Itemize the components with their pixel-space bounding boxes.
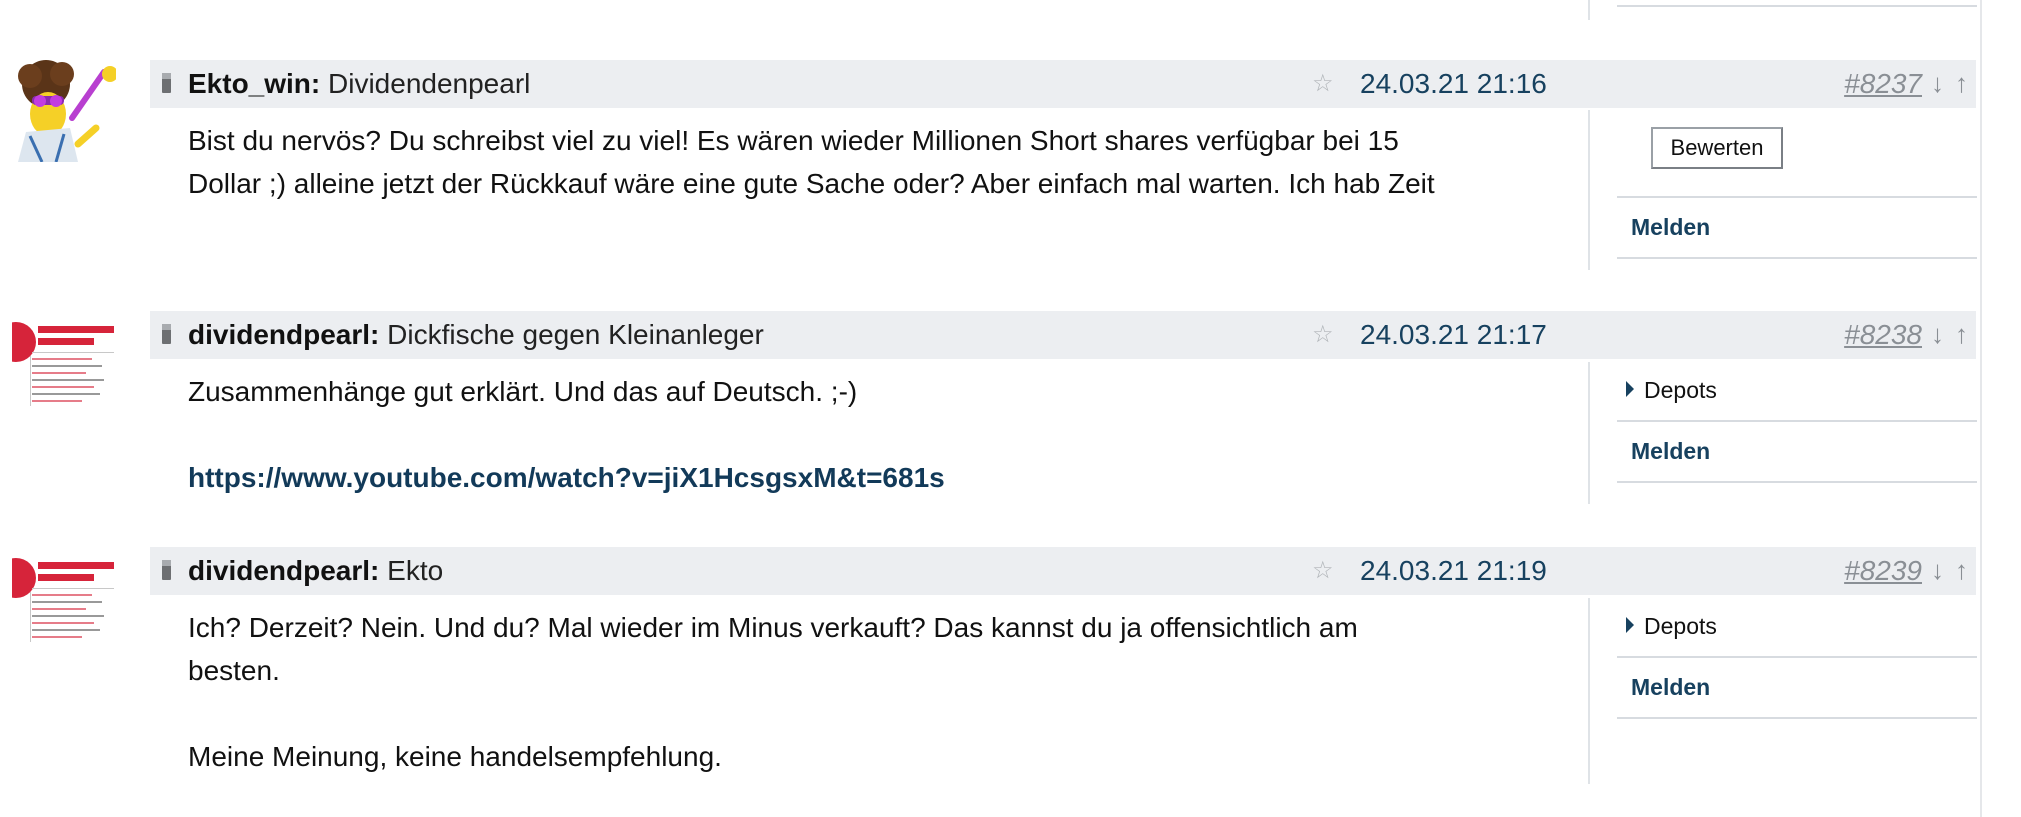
drag-handle-icon[interactable] xyxy=(162,324,171,344)
post-title-line: dividendpearl: Dickfische gegen Kleinanl… xyxy=(188,321,764,349)
post-title-line: dividendpearl: Ekto xyxy=(188,557,443,585)
post-body: Zusammenhänge gut erklärt. Und das auf D… xyxy=(188,370,1488,499)
rate-button[interactable]: Bewerten xyxy=(1651,127,1783,169)
post-number-link[interactable]: #8239 xyxy=(1844,557,1922,585)
action-divider xyxy=(1617,196,1977,198)
action-divider xyxy=(1617,5,1977,7)
arrow-down-icon[interactable]: ↓ xyxy=(1931,69,1944,97)
drag-handle-icon[interactable] xyxy=(162,560,171,580)
action-divider xyxy=(1617,717,1977,719)
post-title-line: Ekto_win: Dividendenpearl xyxy=(188,70,530,98)
post-header: Ekto_win: Dividendenpearl ☆ 24.03.21 21:… xyxy=(150,60,1976,108)
post-number-link[interactable]: #8237 xyxy=(1844,70,1922,98)
sidebar-divider xyxy=(1588,598,1590,784)
post-subject: Dickfische gegen Kleinanleger xyxy=(387,319,764,350)
post-timestamp: 24.03.21 21:19 xyxy=(1360,555,1547,586)
post-timestamp: 24.03.21 21:16 xyxy=(1360,68,1547,99)
body-line: Dollar ;) alleine jetzt der Rückkauf wär… xyxy=(188,168,1435,199)
arrow-up-icon[interactable]: ↑ xyxy=(1955,320,1968,348)
post-subject: Ekto xyxy=(387,555,444,586)
depots-label: Depots xyxy=(1644,377,1717,403)
avatar[interactable] xyxy=(12,58,116,162)
drag-handle-icon[interactable] xyxy=(162,73,171,93)
youtube-link[interactable]: https://www.youtube.com/watch?v=jiX1Hcsg… xyxy=(188,462,945,493)
report-link[interactable]: Melden xyxy=(1631,437,1710,465)
body-line: Ich? Derzeit? Nein. Und du? Mal wieder i… xyxy=(188,612,1358,643)
sidebar-divider xyxy=(1588,0,1590,20)
body-line: Meine Meinung, keine handelsempfehlung. xyxy=(188,741,722,772)
sidebar-divider xyxy=(1588,362,1590,504)
post-header: dividendpearl: Dickfische gegen Kleinanl… xyxy=(150,311,1976,359)
post-body: Bist du nervös? Du schreibst viel zu vie… xyxy=(188,119,1488,205)
post-timestamp: 24.03.21 21:17 xyxy=(1360,319,1547,350)
author-name[interactable]: dividendpearl: xyxy=(188,319,379,350)
avatar[interactable] xyxy=(12,548,116,652)
post-subject: Dividendenpearl xyxy=(328,68,531,99)
report-link[interactable]: Melden xyxy=(1631,673,1710,701)
author-name[interactable]: dividendpearl: xyxy=(188,555,379,586)
scrollbar-track[interactable] xyxy=(1980,0,1982,817)
avatar[interactable] xyxy=(12,312,116,416)
star-icon[interactable]: ☆ xyxy=(1312,557,1334,585)
body-line: Bist du nervös? Du schreibst viel zu vie… xyxy=(188,125,1399,156)
sidebar-divider xyxy=(1588,110,1590,270)
star-icon[interactable]: ☆ xyxy=(1312,321,1334,349)
arrow-up-icon[interactable]: ↑ xyxy=(1955,69,1968,97)
depots-toggle[interactable]: Depots xyxy=(1626,376,1717,404)
report-link[interactable]: Melden xyxy=(1631,213,1710,241)
action-divider xyxy=(1617,257,1977,259)
caret-right-icon xyxy=(1626,381,1634,397)
action-divider xyxy=(1617,481,1977,483)
arrow-down-icon[interactable]: ↓ xyxy=(1931,556,1944,584)
arrow-up-icon[interactable]: ↑ xyxy=(1955,556,1968,584)
arrow-down-icon[interactable]: ↓ xyxy=(1931,320,1944,348)
caret-right-icon xyxy=(1626,617,1634,633)
post-header: dividendpearl: Ekto ☆ 24.03.21 21:19 #82… xyxy=(150,547,1976,595)
depots-label: Depots xyxy=(1644,613,1717,639)
action-divider xyxy=(1617,420,1977,422)
body-line: besten. xyxy=(188,655,280,686)
post-body: Ich? Derzeit? Nein. Und du? Mal wieder i… xyxy=(188,606,1488,778)
action-divider xyxy=(1617,656,1977,658)
post-number-link[interactable]: #8238 xyxy=(1844,321,1922,349)
star-icon[interactable]: ☆ xyxy=(1312,70,1334,98)
depots-toggle[interactable]: Depots xyxy=(1626,612,1717,640)
body-line: Zusammenhänge gut erklärt. Und das auf D… xyxy=(188,376,858,407)
author-name[interactable]: Ekto_win: xyxy=(188,68,320,99)
